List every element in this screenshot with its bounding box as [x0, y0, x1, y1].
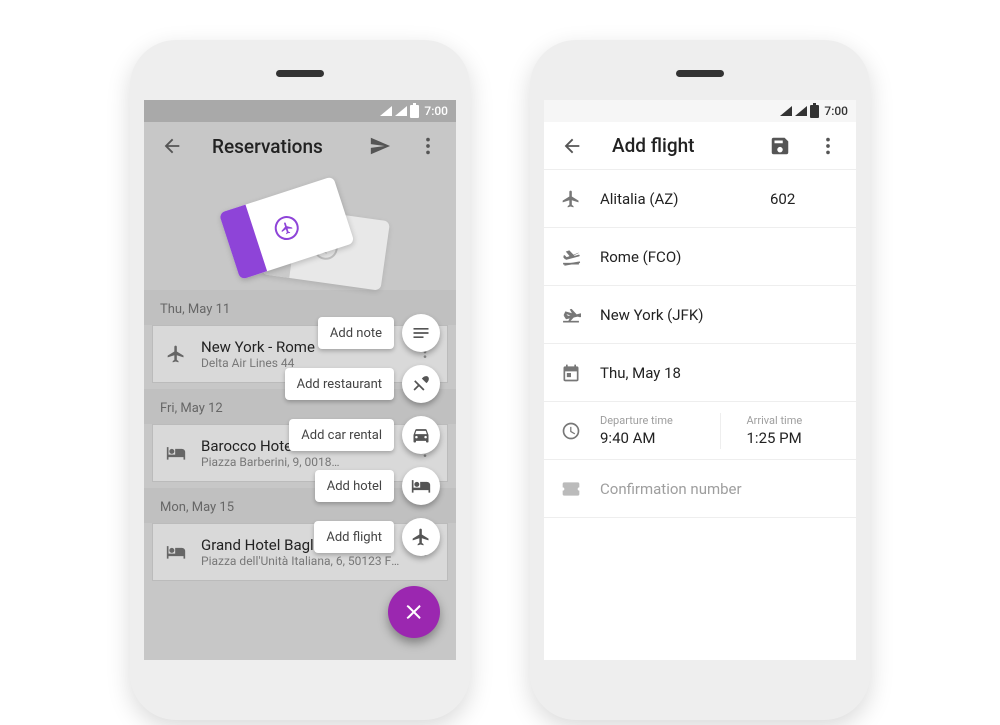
screen-reservations: 7:00 Reservations Thu, May 11 New York -… [144, 100, 456, 660]
plane-icon [411, 527, 431, 547]
minifab-car[interactable] [402, 416, 440, 454]
bed-icon [411, 476, 431, 496]
card-subtitle: Piazza dell'Unità Italiana, 6, 50123 Fir… [201, 554, 401, 568]
app-bar: Reservations [144, 122, 456, 170]
minifab-restaurant[interactable] [402, 365, 440, 403]
plane-icon [165, 344, 187, 364]
back-icon [161, 135, 183, 157]
page-title: Add flight [600, 134, 752, 157]
send-icon [369, 135, 391, 157]
back-icon [561, 135, 583, 157]
car-icon [411, 425, 431, 445]
departure-label: Departure time [600, 414, 694, 427]
status-bar: 7:00 [144, 100, 456, 122]
ticket-icon [560, 479, 582, 499]
plane-icon [560, 189, 582, 209]
note-icon [411, 323, 431, 343]
wifi-icon [380, 106, 392, 116]
origin-field: Rome (FCO) [600, 248, 840, 266]
bed-icon [165, 443, 187, 463]
chip-add-note[interactable]: Add note [318, 317, 394, 349]
status-time: 7:00 [424, 104, 448, 118]
back-button[interactable] [552, 126, 592, 166]
battery-icon [410, 105, 419, 118]
fab-close-speeddial[interactable] [388, 586, 440, 638]
row-destination[interactable]: New York (JFK) [544, 286, 856, 344]
battery-icon [810, 105, 819, 118]
screen-add-flight: 7:00 Add flight Alitalia (AZ) 602 Rome (… [544, 100, 856, 660]
destination-field: New York (JFK) [600, 306, 840, 324]
more-icon [817, 135, 839, 157]
row-times[interactable]: Departure time 9:40 AM Arrival time 1:25… [544, 402, 856, 460]
arrival-time: 1:25 PM [747, 429, 841, 447]
send-button[interactable] [360, 126, 400, 166]
status-bar: 7:00 [544, 100, 856, 122]
minifab-flight[interactable] [402, 518, 440, 556]
divider [720, 413, 721, 449]
row-confirmation[interactable]: Confirmation number [544, 460, 856, 518]
save-button[interactable] [760, 126, 800, 166]
arrival-label: Arrival time [747, 414, 841, 427]
chip-add-car[interactable]: Add car rental [289, 419, 394, 451]
card-subtitle: Piazza Barberini, 9, 0018… [201, 455, 401, 469]
chip-add-restaurant[interactable]: Add restaurant [285, 368, 394, 400]
chip-add-flight[interactable]: Add flight [314, 521, 394, 553]
overflow-button[interactable] [408, 126, 448, 166]
more-icon [417, 135, 439, 157]
signal-icon [395, 106, 407, 116]
close-icon [403, 601, 425, 623]
chip-add-hotel[interactable]: Add hotel [315, 470, 394, 502]
restaurant-icon [411, 374, 431, 394]
airline-field: Alitalia (AZ) [600, 190, 752, 208]
status-time: 7:00 [824, 104, 848, 118]
minifab-hotel[interactable] [402, 467, 440, 505]
overflow-button[interactable] [808, 126, 848, 166]
app-bar: Add flight [544, 122, 856, 170]
confirmation-field: Confirmation number [600, 480, 840, 498]
row-airline[interactable]: Alitalia (AZ) 602 [544, 170, 856, 228]
land-icon [560, 305, 582, 325]
save-icon [769, 135, 791, 157]
back-button[interactable] [152, 126, 192, 166]
wifi-icon [780, 106, 792, 116]
departure-time: 9:40 AM [600, 429, 694, 447]
takeoff-icon [560, 247, 582, 267]
page-title: Reservations [200, 135, 352, 158]
clock-icon [560, 421, 582, 441]
phone-frame-left: 7:00 Reservations Thu, May 11 New York -… [130, 40, 470, 720]
minifab-note[interactable] [402, 314, 440, 352]
date-field: Thu, May 18 [600, 364, 840, 382]
phone-frame-right: 7:00 Add flight Alitalia (AZ) 602 Rome (… [530, 40, 870, 720]
flight-number-field: 602 [770, 190, 840, 208]
bed-icon [165, 542, 187, 562]
calendar-icon [560, 363, 582, 383]
signal-icon [795, 106, 807, 116]
row-origin[interactable]: Rome (FCO) [544, 228, 856, 286]
hero-image [144, 170, 456, 290]
row-date[interactable]: Thu, May 18 [544, 344, 856, 402]
